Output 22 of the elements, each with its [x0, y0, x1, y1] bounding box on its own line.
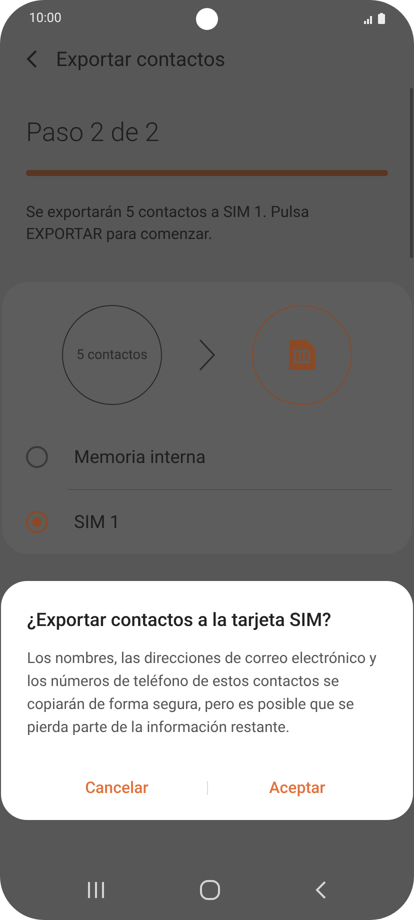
description-text: Se exportarán 5 contactos a SIM 1. Pulsa EXPORTAR para comenzar.	[26, 202, 310, 245]
signal-icon	[364, 14, 374, 24]
dialog-button[interactable]: Cancelar	[27, 768, 206, 808]
step-title: Paso 2 de 2	[26, 117, 160, 150]
status-time: 10:00	[29, 10, 62, 28]
sim-card-icon	[289, 340, 315, 370]
page-title: Exportar contactos	[56, 46, 226, 73]
option-label: Memoria interna	[74, 446, 206, 470]
chevron-right-icon	[198, 339, 216, 371]
option-label: SIM 1	[74, 510, 120, 534]
camera-cutout	[196, 8, 218, 30]
home-icon[interactable]	[200, 880, 220, 900]
battery-icon	[378, 13, 385, 24]
dialog-button[interactable]: Aceptar	[208, 768, 387, 808]
dialog-title: ¿Exportar contactos a la tarjeta SIM?	[27, 608, 332, 633]
storage-option[interactable]: SIM 1	[2, 490, 412, 554]
storage-option[interactable]: Memoria interna	[2, 425, 412, 489]
radio-button[interactable]	[26, 446, 48, 468]
radio-button[interactable]	[26, 511, 48, 533]
dialog-message: Los nombres, las direcciones de correo electrónico y los números de teléfono de estos contactos se copiarán de forma segura, pero es posible que se pierda parte de la información restante.	[27, 648, 378, 738]
back-nav-icon[interactable]	[314, 880, 327, 900]
recent-apps-icon[interactable]	[87, 881, 106, 899]
